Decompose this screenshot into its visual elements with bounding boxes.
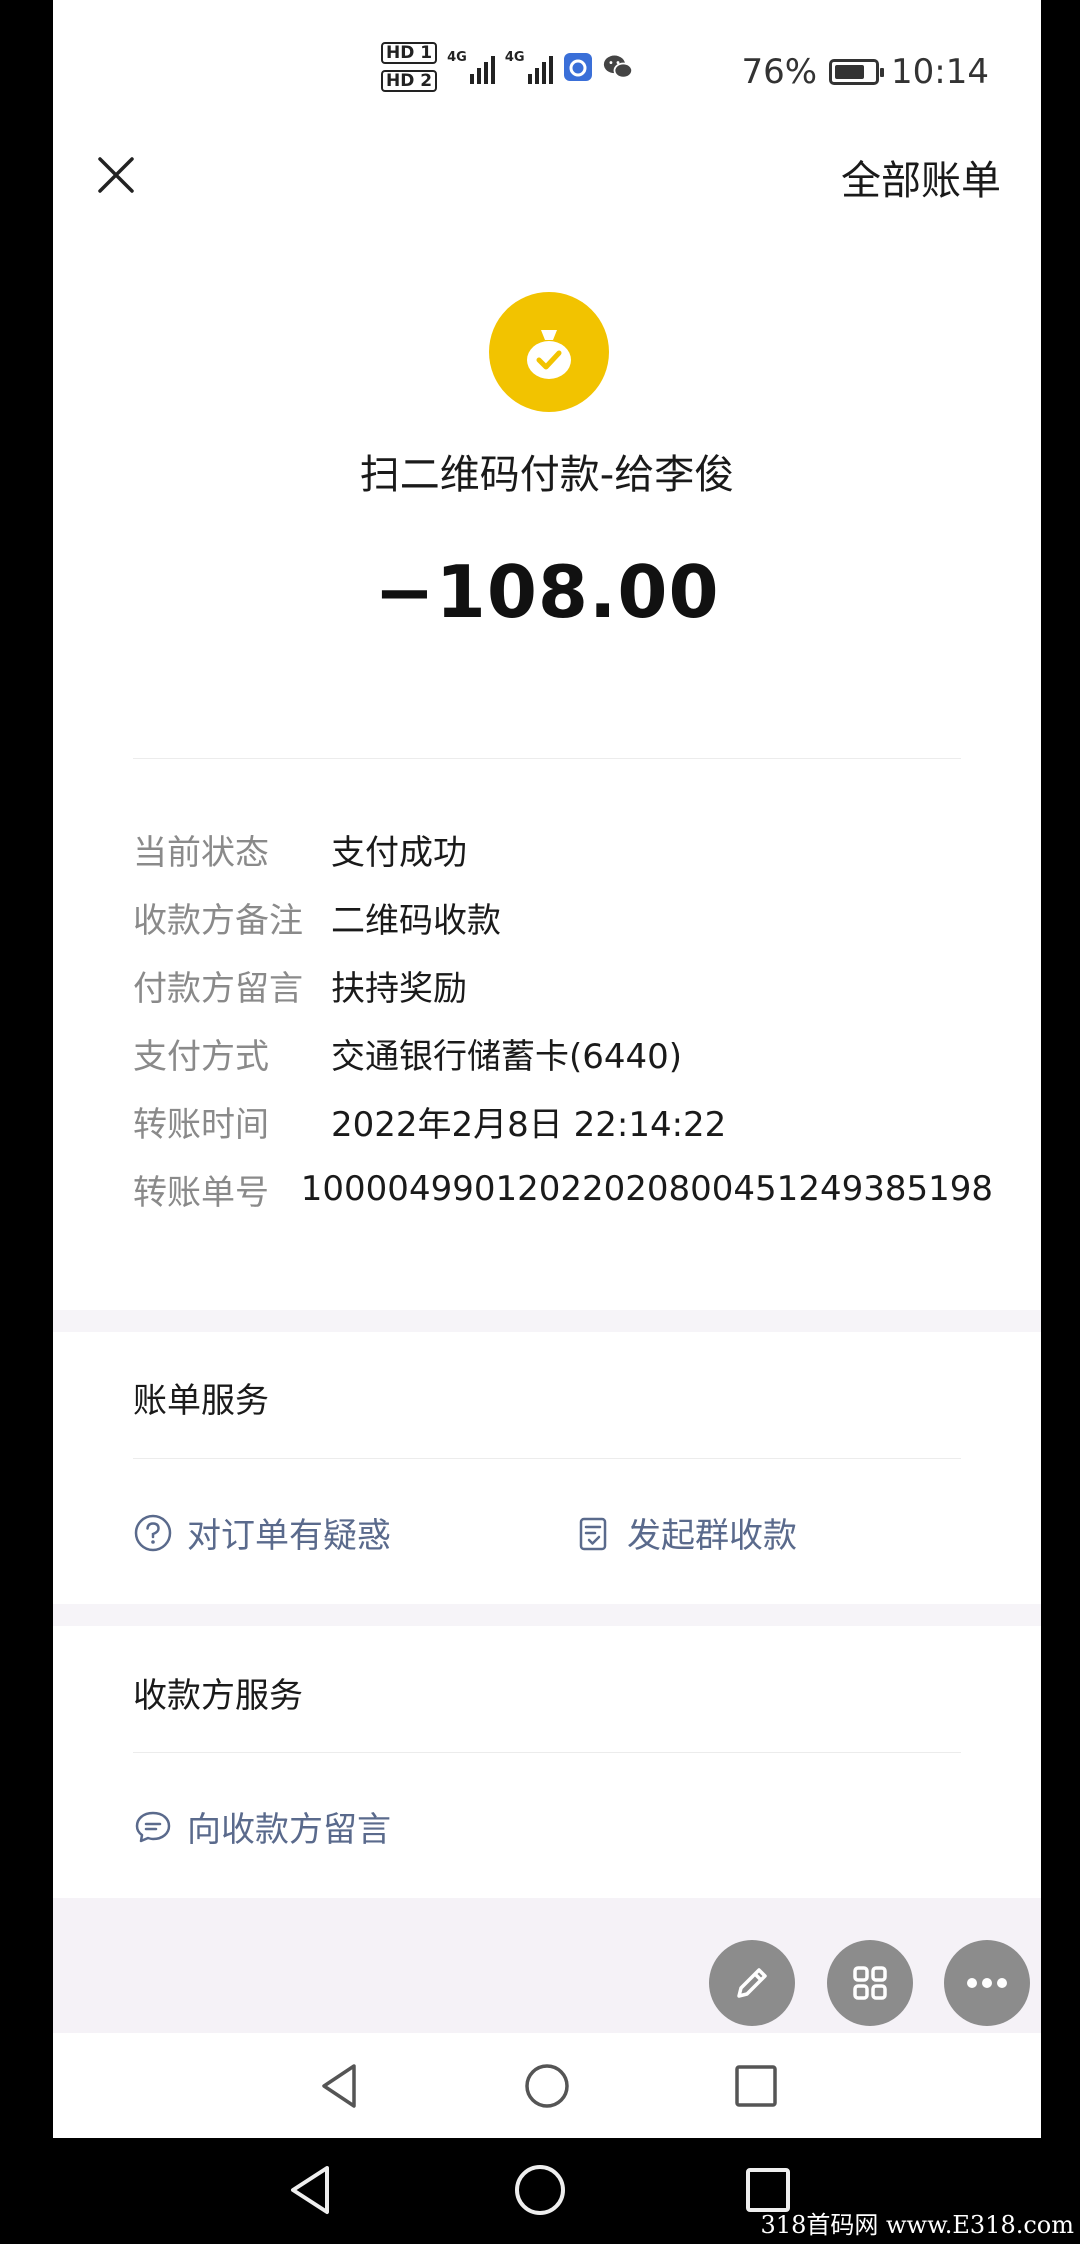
detail-value: 二维码收款 <box>331 900 501 941</box>
group-collect-button[interactable]: 发起群收款 <box>573 1508 797 1557</box>
close-icon <box>98 157 134 193</box>
wechat-icon <box>603 55 633 79</box>
detail-row-payee-note: 收款方备注 二维码收款 <box>133 883 993 951</box>
watermark: 318首码网 www.E318.com <box>760 2211 1074 2239</box>
system-home-button[interactable] <box>510 2160 570 2220</box>
detail-row-payer-message: 付款方留言 扶持奖励 <box>133 951 993 1019</box>
signal-icon: 4G <box>447 50 495 84</box>
apps-fab[interactable] <box>827 1940 913 2026</box>
divider <box>133 1752 961 1753</box>
section-gap <box>53 1604 1041 1626</box>
detail-row-status: 当前状态 支付成功 <box>133 815 993 883</box>
back-triangle-icon <box>322 2064 356 2108</box>
inner-back-button[interactable] <box>311 2058 367 2114</box>
detail-label: 付款方留言 <box>133 968 303 1009</box>
detail-row-order-id: 转账单号 100004990120220208004512493851​98 <box>133 1155 993 1223</box>
chat-bubble-icon <box>135 1811 171 1842</box>
detail-row-time: 转账时间 2022年2月8日 22:14:22 <box>133 1087 993 1155</box>
home-circle-icon <box>515 2165 565 2215</box>
pencil-icon <box>737 1968 767 1998</box>
detail-label: 转账时间 <box>133 1104 269 1145</box>
battery-percent: 76% <box>741 52 818 92</box>
bill-service-title: 账单服务 <box>133 1381 269 1421</box>
detail-value: 2022年2月8日 22:14:22 <box>331 1104 727 1145</box>
recents-square-icon <box>735 2065 777 2107</box>
divider <box>133 758 961 759</box>
status-bar: HD 1 HD 2 4G 4G 76% 10:14 <box>53 0 1041 140</box>
detail-label: 转账单号 <box>133 1172 269 1213</box>
section-gap <box>53 1310 1041 1332</box>
detail-value: 扶持奖励 <box>331 968 467 1009</box>
group-collect-label: 发起群收款 <box>627 1516 797 1556</box>
phone-screen: HD 1 HD 2 4G 4G 76% 10:14 全部账单 扫二维码付款-给李… <box>53 0 1041 2138</box>
amount: −108.00 <box>374 550 720 634</box>
clock: 10:14 <box>891 52 989 92</box>
order-question-label: 对订单有疑惑 <box>187 1516 391 1556</box>
detail-value: 交通银行储蓄卡(6440) <box>331 1036 683 1077</box>
edit-fab[interactable] <box>709 1940 795 2026</box>
detail-list: 当前状态 支付成功 收款方备注 二维码收款 付款方留言 扶持奖励 支付方式 交通… <box>133 815 993 1223</box>
system-back-button[interactable] <box>280 2160 340 2220</box>
signal-icon-2: 4G <box>505 50 553 84</box>
question-circle-icon <box>134 1514 172 1551</box>
divider <box>133 1458 961 1459</box>
money-bag-check-icon <box>489 292 609 412</box>
all-bills-link[interactable]: 全部账单 <box>841 148 1001 206</box>
detail-label: 支付方式 <box>133 1036 269 1077</box>
more-icon <box>967 1978 1007 1988</box>
more-fab[interactable] <box>944 1940 1030 2026</box>
status-right: 76% 10:14 <box>741 52 989 92</box>
home-circle-icon <box>525 2064 569 2108</box>
message-payee-label: 向收款方留言 <box>187 1810 391 1850</box>
hd2-badge: HD 2 <box>381 70 438 92</box>
checklist-icon <box>579 1517 607 1550</box>
detail-row-payment-method: 支付方式 交通银行储蓄卡(6440) <box>133 1019 993 1087</box>
inner-home-button[interactable] <box>519 2058 575 2114</box>
message-payee-button[interactable]: 向收款方留言 <box>133 1802 391 1851</box>
order-question-button[interactable]: 对订单有疑惑 <box>133 1508 391 1557</box>
detail-label: 当前状态 <box>133 832 269 873</box>
app-notification-icon <box>563 53 592 81</box>
inner-recents-button[interactable] <box>728 2058 784 2114</box>
grid-icon <box>853 1966 887 2000</box>
battery-level <box>835 65 864 79</box>
battery-icon <box>829 59 885 85</box>
detail-label: 收款方备注 <box>133 900 303 941</box>
detail-value: 支付成功 <box>331 832 467 873</box>
merchant-title: 扫二维码付款-给李俊 <box>359 452 735 498</box>
status-left: HD 1 HD 2 4G 4G <box>381 42 633 92</box>
detail-value: 100004990120220208004512493851​98 <box>300 1169 993 1209</box>
close-button[interactable] <box>81 140 151 210</box>
back-triangle-icon <box>291 2166 329 2214</box>
payee-service-title: 收款方服务 <box>133 1676 303 1716</box>
hd1-badge: HD 1 <box>381 42 438 64</box>
